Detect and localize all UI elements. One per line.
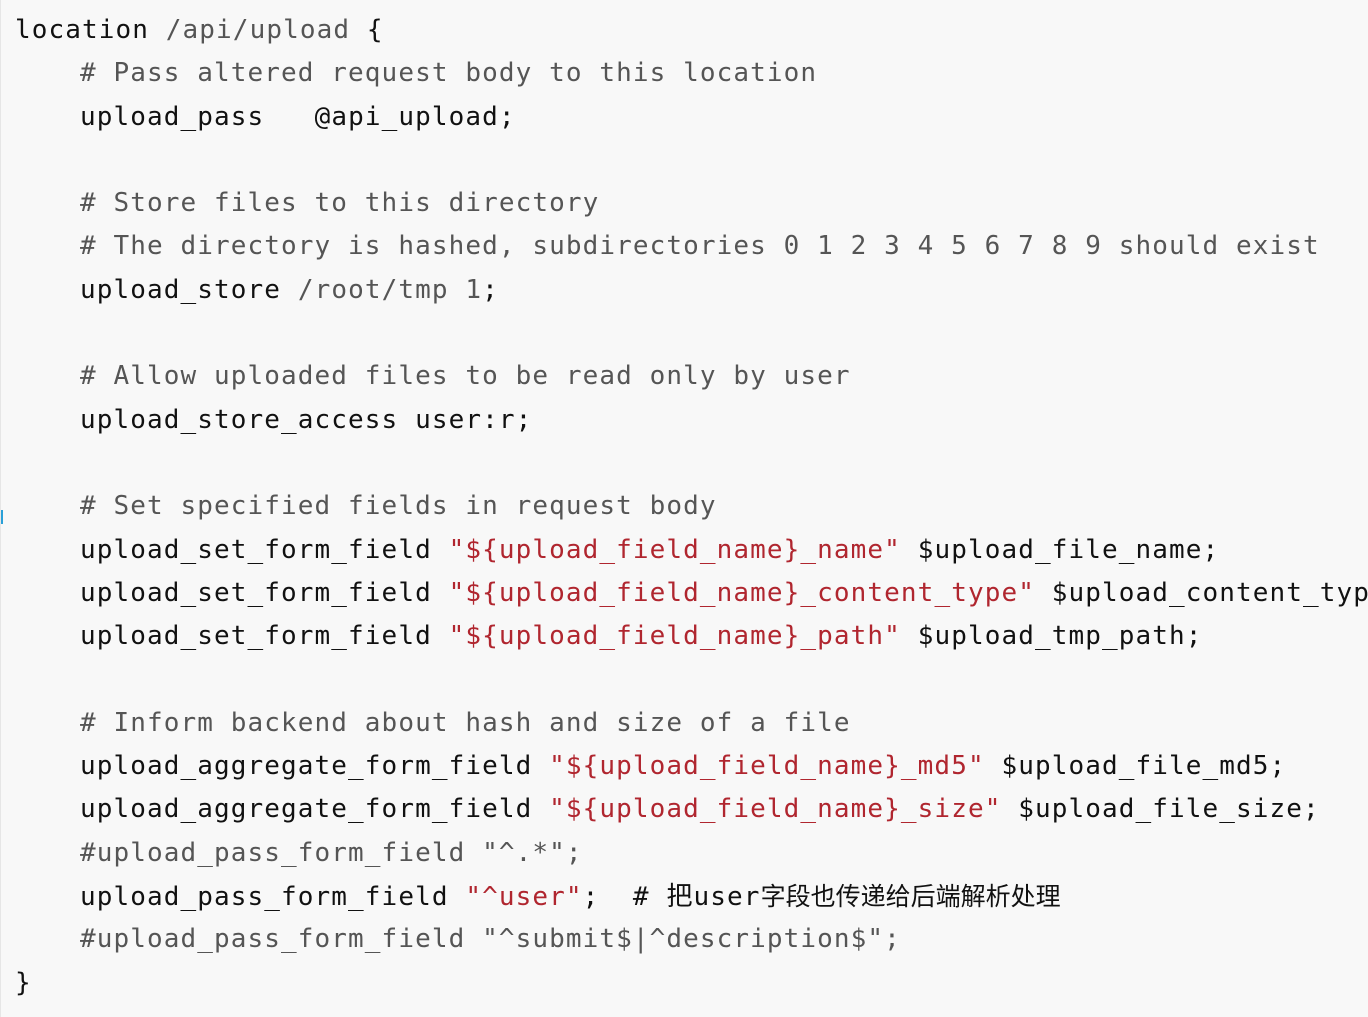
comment: # Allow uploaded files to be read only b… — [80, 361, 851, 392]
code-line-3: upload_pass @api_upload; — [15, 96, 1368, 139]
code-line-23: } — [15, 962, 1368, 1005]
code-line-5: # Store files to this directory — [15, 182, 1368, 225]
string-literal: "${upload_field_name}_md5" — [549, 751, 985, 782]
directive: upload_store — [80, 274, 282, 305]
code-line-13: upload_set_form_field "${upload_field_na… — [15, 529, 1368, 572]
open-brace: { — [366, 15, 384, 45]
directive-value: user:r; — [415, 404, 533, 435]
comment: # Set specified fields in request body — [80, 491, 717, 522]
directive: upload_pass — [80, 101, 265, 132]
string-literal: "${upload_field_name}_size" — [549, 794, 1002, 825]
hash-level: 1 — [465, 274, 483, 305]
variable: $upload_file_md5; — [1001, 751, 1287, 782]
nginx-config-code: location /api/upload { # Pass altered req… — [15, 9, 1368, 1005]
directive: upload_store_access — [80, 404, 399, 435]
semicolon: ; — [582, 881, 600, 912]
comment-chinese: 字段也传递给后端解析处理 — [760, 881, 1061, 911]
directive: upload_set_form_field — [80, 621, 432, 652]
code-line-9: # Allow uploaded files to be read only b… — [15, 355, 1368, 398]
string-literal: "${upload_field_name}_path" — [448, 621, 901, 652]
semicolon: ; — [482, 274, 499, 305]
variable: $upload_content_type; — [1051, 577, 1368, 608]
directive: upload_aggregate_form_field — [80, 794, 533, 825]
directive: upload_pass_form_field — [80, 881, 449, 912]
directive: upload_aggregate_form_field — [80, 751, 533, 782]
code-line-21: upload_pass_form_field "^user"; # 把user字… — [15, 875, 1368, 918]
code-line-17: # Inform backend about hash and size of … — [15, 702, 1368, 745]
comment: #upload_pass_form_field "^submit$|^descr… — [80, 924, 901, 955]
code-line-19: upload_aggregate_form_field "${upload_fi… — [15, 788, 1368, 831]
gutter-marker — [1, 510, 3, 524]
string-literal: "^user" — [465, 881, 583, 912]
comment-field-name: 把user — [666, 881, 761, 912]
code-line-12: # Set specified fields in request body — [15, 485, 1368, 528]
code-line-20: #upload_pass_form_field "^.*"; — [15, 832, 1368, 875]
code-line-18: upload_aggregate_form_field "${upload_fi… — [15, 745, 1368, 788]
comment: # Pass altered request body to this loca… — [80, 58, 818, 89]
comment-hash: # — [632, 881, 650, 912]
directive-value: @api_upload; — [314, 101, 516, 132]
close-brace: } — [15, 967, 32, 998]
directive: upload_set_form_field — [80, 577, 432, 608]
location-keyword: location — [15, 15, 150, 45]
comment: # Store files to this directory — [80, 188, 600, 219]
location-path: /api/upload — [165, 15, 351, 45]
code-line-6: # The directory is hashed, subdirectorie… — [15, 225, 1368, 268]
code-line-10: upload_store_access user:r; — [15, 399, 1368, 442]
string-literal: "${upload_field_name}_name" — [448, 534, 901, 565]
store-path: /root/tmp — [297, 274, 449, 305]
code-line-7: upload_store /root/tmp 1; — [15, 269, 1368, 312]
comment: # The directory is hashed, subdirectorie… — [80, 231, 1320, 262]
code-line-15: upload_set_form_field "${upload_field_na… — [15, 615, 1368, 658]
code-line-14: upload_set_form_field "${upload_field_na… — [15, 572, 1368, 615]
comment: #upload_pass_form_field "^.*"; — [80, 837, 583, 868]
code-snippet-panel: location /api/upload { # Pass altered req… — [0, 0, 1368, 1017]
comment: # Inform backend about hash and size of … — [80, 707, 851, 738]
variable: $upload_file_name; — [917, 534, 1220, 565]
directive: upload_set_form_field — [80, 534, 432, 565]
string-literal: "${upload_field_name}_content_type" — [448, 577, 1035, 608]
variable: $upload_file_size; — [1018, 794, 1320, 825]
code-line-1: location /api/upload { — [15, 9, 1368, 52]
code-line-22: #upload_pass_form_field "^submit$|^descr… — [15, 918, 1368, 961]
variable: $upload_tmp_path; — [917, 621, 1203, 652]
code-line-2: # Pass altered request body to this loca… — [15, 52, 1368, 95]
